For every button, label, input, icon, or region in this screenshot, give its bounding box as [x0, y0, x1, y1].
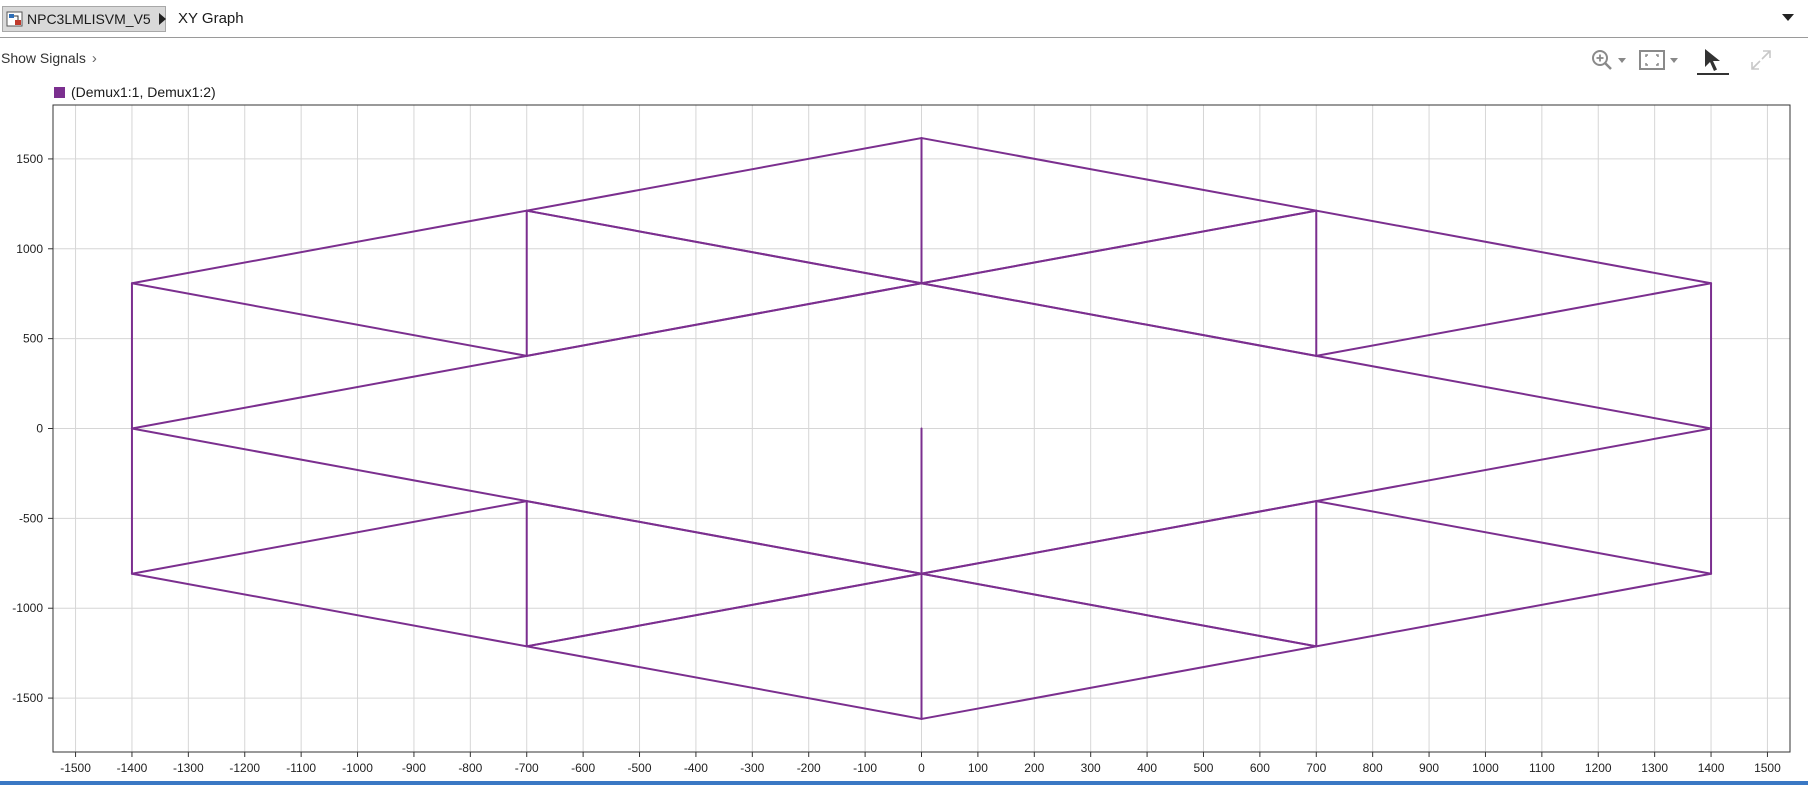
series-segment — [525, 209, 1713, 430]
x-tick-label: -400 — [684, 761, 708, 775]
series-segment — [1315, 500, 1713, 575]
x-tick-label: -500 — [628, 761, 652, 775]
x-tick-label: -900 — [402, 761, 426, 775]
x-tick-label: -100 — [853, 761, 877, 775]
x-tick-label: -600 — [571, 761, 595, 775]
x-tick-label: 1300 — [1641, 761, 1668, 775]
series-segment — [130, 282, 528, 357]
y-tick-label: 0 — [36, 422, 43, 436]
x-tick-label: -1300 — [173, 761, 204, 775]
x-tick-label: 600 — [1250, 761, 1270, 775]
window-bottom-border — [0, 781, 1808, 785]
x-tick-label: -800 — [458, 761, 482, 775]
x-tick-label: -700 — [515, 761, 539, 775]
series-segment — [130, 209, 1318, 430]
x-tick-label: 100 — [968, 761, 988, 775]
y-tick-label: 1500 — [16, 152, 43, 166]
x-tick-label: 1200 — [1585, 761, 1612, 775]
xy-graph-plot[interactable]: -1500 -1400 -1300 -1200 -1100 -1000 -900 -800 -7… — [0, 0, 1808, 785]
x-tick-label: -1500 — [60, 761, 91, 775]
x-tick-label: -200 — [797, 761, 821, 775]
x-tick-label: -1000 — [342, 761, 373, 775]
x-tick-label: -1100 — [286, 761, 316, 775]
x-tick-label: 800 — [1363, 761, 1383, 775]
x-tick-label: 400 — [1137, 761, 1157, 775]
y-tick-label: -500 — [19, 511, 43, 525]
series-segment — [130, 500, 528, 575]
series-segment — [130, 427, 1318, 648]
x-tick-label: 500 — [1193, 761, 1213, 775]
x-tick-label: 700 — [1306, 761, 1326, 775]
y-tick-label: 1000 — [16, 242, 43, 256]
x-tick-label: 200 — [1024, 761, 1044, 775]
y-tick-label: -1000 — [12, 601, 43, 615]
series-segment — [525, 427, 1713, 648]
x-tick-label: 1400 — [1698, 761, 1725, 775]
x-tick-label: 1000 — [1472, 761, 1499, 775]
x-tick-label: -1400 — [117, 761, 148, 775]
y-tick-label: 500 — [23, 332, 43, 346]
x-tick-label: 900 — [1419, 761, 1439, 775]
series-segment — [1315, 282, 1713, 357]
x-tick-label: 300 — [1081, 761, 1101, 775]
y-tick-label: -1500 — [12, 691, 43, 705]
x-tick-label: -300 — [740, 761, 764, 775]
x-tick-label: -1200 — [229, 761, 260, 775]
x-tick-label: 0 — [918, 761, 925, 775]
x-tick-label: 1500 — [1754, 761, 1781, 775]
x-tick-label: 1100 — [1529, 761, 1555, 775]
